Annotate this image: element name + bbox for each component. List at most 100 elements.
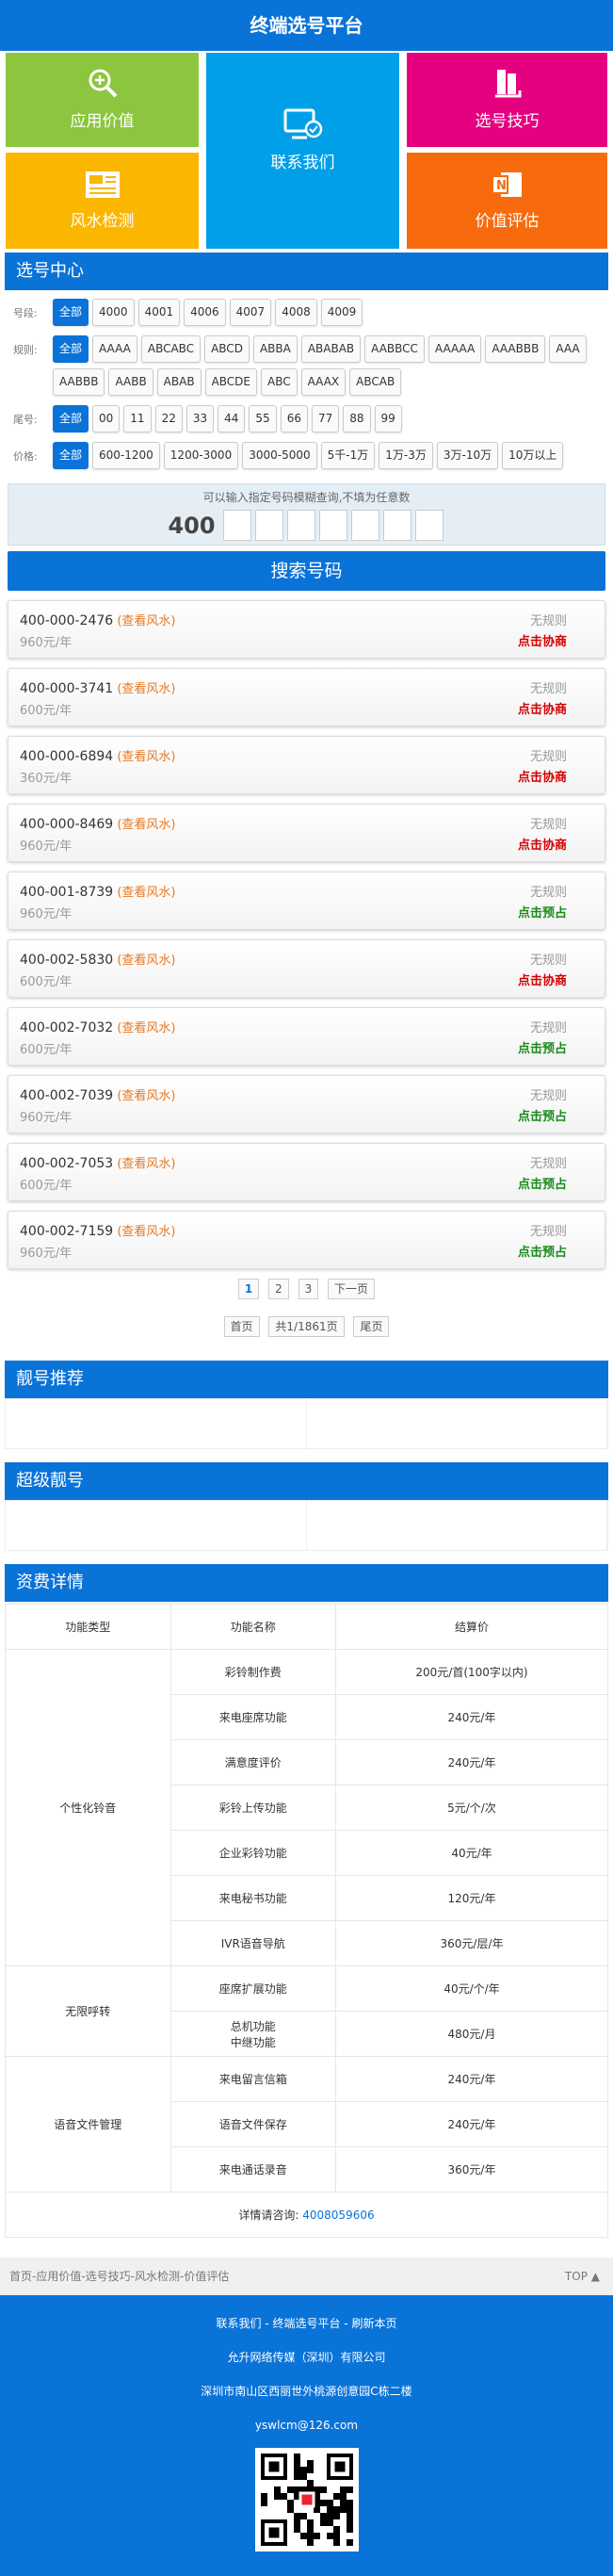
fengshui-link[interactable]: (查看风水) — [117, 818, 175, 832]
phone-number[interactable]: 400-000-6894 — [20, 749, 113, 764]
number-item[interactable]: 400-002-7053 (查看风水) 600元/年 无规则 点击预占 — [8, 1143, 605, 1201]
phone-number[interactable]: 400-000-2476 — [20, 613, 113, 628]
number-action-link[interactable]: 点击协商 — [518, 835, 567, 853]
page-link[interactable]: 3 — [298, 1279, 319, 1299]
number-action-link[interactable]: 点击预占 — [518, 1038, 567, 1056]
number-action-link[interactable]: 点击协商 — [518, 767, 567, 785]
filter-chip[interactable]: 11 — [123, 405, 152, 432]
filter-chip[interactable]: AABB — [108, 368, 153, 396]
fengshui-link[interactable]: (查看风水) — [117, 1225, 175, 1239]
filter-chip[interactable]: 全部 — [53, 335, 89, 363]
filter-chip[interactable]: AAA — [549, 335, 587, 363]
number-action-link[interactable]: 点击预占 — [518, 1106, 567, 1124]
number-item[interactable]: 400-002-7039 (查看风水) 960元/年 无规则 点击预占 — [8, 1075, 605, 1133]
filter-chip[interactable]: 88 — [343, 405, 371, 432]
filter-chip[interactable]: 44 — [218, 405, 246, 432]
filter-chip[interactable]: 22 — [154, 405, 183, 432]
filter-chip[interactable]: 1200-3000 — [163, 442, 239, 469]
number-item[interactable]: 400-002-7159 (查看风水) 960元/年 无规则 点击预占 — [8, 1211, 605, 1269]
footer-links[interactable]: 联系我们 - 终端选号平台 - 刷新本页 — [0, 2307, 613, 2340]
filter-chip[interactable]: ABAB — [156, 368, 202, 396]
fengshui-link[interactable]: (查看风水) — [117, 1089, 175, 1103]
search-button[interactable]: 搜索号码 — [8, 551, 605, 591]
filter-chip[interactable]: 10万以上 — [502, 442, 564, 469]
last-page-link[interactable]: 尾页 — [353, 1316, 390, 1337]
filter-chip[interactable]: AAABBB — [485, 335, 546, 363]
filter-chip[interactable]: 99 — [374, 405, 402, 432]
digit-input[interactable] — [414, 510, 444, 541]
filter-chip[interactable]: AABBCC — [364, 335, 425, 363]
digit-input[interactable] — [286, 510, 315, 541]
consult-phone[interactable]: 4008059606 — [302, 2209, 374, 2222]
tile-valuation[interactable]: N 价值评估 — [407, 153, 607, 249]
filter-chip[interactable]: 5千-1万 — [320, 442, 376, 469]
fengshui-link[interactable]: (查看风水) — [117, 614, 175, 628]
filter-chip[interactable]: 33 — [186, 405, 215, 432]
number-item[interactable]: 400-001-8739 (查看风水) 960元/年 无规则 点击预占 — [8, 872, 605, 930]
filter-chip[interactable]: ABC — [261, 368, 298, 396]
tile-contact[interactable]: 联系我们 — [206, 53, 399, 249]
filter-chip[interactable]: AAAX — [300, 368, 347, 396]
phone-number[interactable]: 400-002-7053 — [20, 1156, 113, 1171]
filter-chip[interactable]: 77 — [311, 405, 340, 432]
filter-chip[interactable]: 3000-5000 — [242, 442, 317, 469]
filter-chip[interactable]: 66 — [280, 405, 308, 432]
number-action-link[interactable]: 点击协商 — [518, 699, 567, 717]
phone-number[interactable]: 400-002-7039 — [20, 1088, 113, 1103]
filter-chip[interactable]: ABCABC — [140, 335, 202, 363]
filter-chip[interactable]: AAAA — [92, 335, 137, 363]
filter-chip[interactable]: 600-1200 — [92, 442, 160, 469]
number-item[interactable]: 400-000-6894 (查看风水) 360元/年 无规则 点击协商 — [8, 736, 605, 794]
digit-input[interactable] — [382, 510, 411, 541]
filter-chip[interactable]: AAAAA — [427, 335, 482, 363]
filter-chip[interactable]: ABCAB — [349, 368, 402, 396]
breadcrumb-text[interactable]: 首页-应用价值-选号技巧-风水检测-价值评估 — [9, 2270, 229, 2283]
number-action-link[interactable]: 点击预占 — [518, 903, 567, 921]
digit-input[interactable] — [254, 510, 283, 541]
phone-number[interactable]: 400-000-3741 — [20, 681, 113, 696]
phone-number[interactable]: 400-002-7032 — [20, 1020, 113, 1035]
next-page-link[interactable]: 下一页 — [328, 1279, 376, 1299]
filter-chip[interactable]: AABBB — [53, 368, 105, 396]
tile-fengshui[interactable]: 风水检测 — [6, 153, 199, 249]
fengshui-link[interactable]: (查看风水) — [117, 682, 175, 696]
phone-number[interactable]: 400-001-8739 — [20, 885, 113, 900]
page-link[interactable]: 1 — [237, 1279, 260, 1299]
tile-app-value[interactable]: 应用价值 — [6, 53, 199, 147]
filter-chip[interactable]: 全部 — [53, 442, 89, 469]
number-item[interactable]: 400-002-5830 (查看风水) 600元/年 无规则 点击协商 — [8, 939, 605, 998]
phone-number[interactable]: 400-002-5830 — [20, 953, 113, 968]
number-action-link[interactable]: 点击预占 — [518, 1174, 567, 1192]
digit-input[interactable] — [318, 510, 347, 541]
filter-chip[interactable]: ABCD — [204, 335, 250, 363]
fengshui-link[interactable]: (查看风水) — [117, 886, 175, 900]
number-item[interactable]: 400-000-2476 (查看风水) 960元/年 无规则 点击协商 — [8, 600, 605, 659]
number-action-link[interactable]: 点击预占 — [518, 1242, 567, 1260]
filter-chip[interactable]: 4001 — [137, 299, 181, 326]
filter-chip[interactable]: 3万-10万 — [436, 442, 499, 469]
digit-input[interactable] — [222, 510, 251, 541]
filter-chip[interactable]: 4006 — [184, 299, 226, 326]
first-page-link[interactable]: 首页 — [223, 1316, 260, 1337]
phone-number[interactable]: 400-000-8469 — [20, 817, 113, 832]
filter-chip[interactable]: 全部 — [53, 299, 89, 326]
filter-chip[interactable]: 4009 — [320, 299, 363, 326]
phone-number[interactable]: 400-002-7159 — [20, 1224, 113, 1239]
filter-chip[interactable]: 1万-3万 — [379, 442, 433, 469]
number-action-link[interactable]: 点击协商 — [518, 970, 567, 988]
page-link[interactable]: 2 — [268, 1279, 289, 1299]
number-item[interactable]: 400-000-8469 (查看风水) 960元/年 无规则 点击协商 — [8, 804, 605, 862]
filter-chip[interactable]: 00 — [92, 405, 121, 432]
fengshui-link[interactable]: (查看风水) — [117, 954, 175, 968]
number-item[interactable]: 400-002-7032 (查看风水) 600元/年 无规则 点击预占 — [8, 1007, 605, 1066]
filter-chip[interactable]: ABBA — [252, 335, 298, 363]
number-action-link[interactable]: 点击协商 — [518, 631, 567, 649]
filter-chip[interactable]: ABABAB — [300, 335, 362, 363]
filter-chip[interactable]: 4008 — [275, 299, 317, 326]
fengshui-link[interactable]: (查看风水) — [117, 750, 175, 764]
fengshui-link[interactable]: (查看风水) — [117, 1021, 175, 1035]
number-item[interactable]: 400-000-3741 (查看风水) 600元/年 无规则 点击协商 — [8, 668, 605, 726]
digit-input[interactable] — [350, 510, 379, 541]
filter-chip[interactable]: 4007 — [229, 299, 272, 326]
filter-chip[interactable]: ABCDE — [204, 368, 257, 396]
